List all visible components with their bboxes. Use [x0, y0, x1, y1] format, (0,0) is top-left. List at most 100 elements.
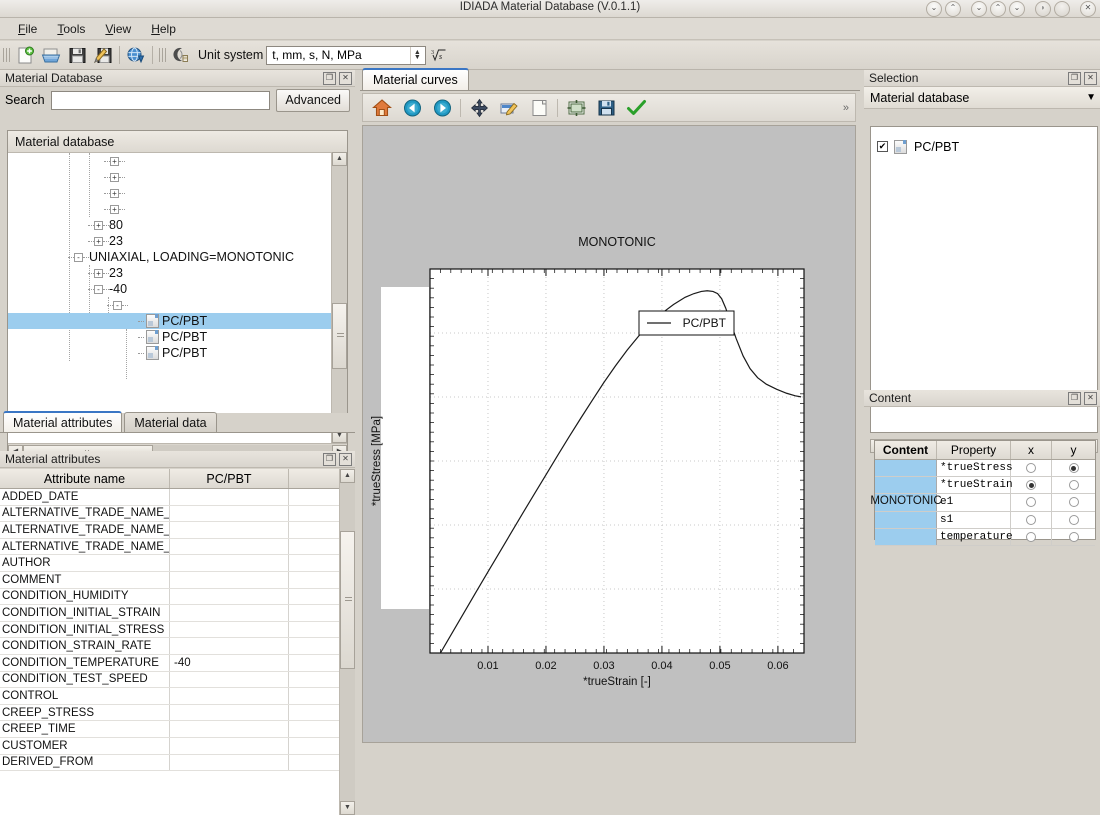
save-figure-icon[interactable] — [591, 95, 621, 120]
chevron-down-icon[interactable]: ▼ — [1086, 92, 1096, 103]
y-axis-radio-cell[interactable] — [1052, 529, 1095, 545]
attribute-value-cell[interactable] — [170, 638, 289, 654]
table-row[interactable]: CUSTOMER — [0, 737, 355, 755]
attributes-vertical-scrollbar[interactable]: ▲ ▼ — [339, 469, 355, 815]
y-axis-radio-cell[interactable] — [1052, 460, 1095, 476]
attribute-value-cell[interactable] — [170, 571, 289, 588]
tab-material-curves[interactable]: Material curves — [362, 68, 469, 90]
content-row[interactable]: temperature — [875, 528, 1095, 546]
table-row[interactable]: CONTROL — [0, 688, 355, 705]
attribute-value-cell[interactable] — [170, 505, 289, 522]
tree-expander-icon[interactable]: + — [94, 236, 103, 246]
content-grid[interactable]: Content Property x y *trueStress *trueStr… — [870, 440, 1096, 546]
table-row[interactable]: ALTERNATIVE_TRADE_NAME_2 — [0, 522, 355, 539]
tree-expander-icon[interactable]: - — [74, 252, 83, 262]
unit-system-combo[interactable]: t, mm, s, N, MPa ▲ ▼ — [266, 45, 427, 65]
tree-expander-icon[interactable]: + — [94, 268, 103, 278]
x-axis-radio-cell[interactable] — [1011, 511, 1052, 528]
tree-item[interactable]: PC/PBT — [8, 313, 347, 329]
selection-source-combo[interactable]: Material database ▼ — [864, 87, 1100, 109]
table-row[interactable]: COMMENT — [0, 571, 355, 589]
column-content[interactable]: Content — [875, 441, 937, 459]
forward-arrow-icon[interactable] — [427, 95, 457, 120]
advanced-search-button[interactable]: Advanced — [276, 88, 350, 112]
spinner-arrows-icon[interactable]: ▲ ▼ — [410, 46, 423, 64]
monotonic-chart[interactable]: MONOTONIC 0.01 0.02 0.03 0.04 0.05 0.06 *trueSt… — [363, 126, 855, 742]
y-axis-radio[interactable] — [1068, 480, 1079, 491]
attribute-value-cell[interactable] — [170, 489, 289, 505]
tree-expander-icon[interactable]: + — [110, 204, 119, 214]
attribute-value-cell[interactable] — [170, 538, 289, 555]
subplot-config-icon[interactable] — [524, 95, 554, 120]
globe-download-icon[interactable] — [123, 43, 149, 67]
tree-item[interactable]: PC/PBT — [8, 345, 347, 361]
column-y[interactable]: y — [1052, 441, 1095, 459]
back-arrow-icon[interactable] — [397, 95, 427, 120]
close-attributes-icon[interactable]: ✕ — [339, 452, 352, 466]
tab-material-data[interactable]: Material data — [124, 412, 217, 432]
attribute-value-cell[interactable] — [170, 605, 289, 621]
table-row[interactable]: ALTERNATIVE_TRADE_NAME_1 — [0, 505, 355, 523]
column-attribute-name[interactable]: Attribute name — [0, 469, 170, 488]
collapse-down-icon[interactable]: ⌄ — [1009, 1, 1025, 17]
save-as-icon[interactable] — [90, 43, 116, 67]
x-axis-radio[interactable] — [1026, 463, 1036, 474]
scroll-up-arrow-icon[interactable]: ▲ — [332, 152, 347, 166]
x-axis-radio-cell[interactable] — [1011, 477, 1052, 494]
tree-expander-icon[interactable]: - — [113, 300, 122, 310]
y-axis-radio[interactable] — [1068, 514, 1079, 525]
tree-body[interactable]: + + + + +80 +23- UNIAXIAL, LOADING=MONOTONIC +2… — [8, 153, 347, 440]
menu-view[interactable]: View — [95, 20, 141, 38]
attribute-value-cell[interactable] — [170, 721, 289, 737]
save-icon[interactable] — [64, 43, 90, 67]
tree-expander-icon[interactable]: - — [94, 284, 103, 294]
attr-scroll-down-arrow-icon[interactable]: ▼ — [340, 801, 355, 815]
column-property[interactable]: Property — [937, 441, 1011, 459]
content-row[interactable]: e1 — [875, 494, 1095, 512]
pan-move-icon[interactable] — [464, 95, 494, 120]
close-panel-icon[interactable]: ✕ — [339, 71, 352, 85]
content-row[interactable]: *trueStress — [875, 460, 1095, 478]
attribute-value-cell[interactable] — [170, 671, 289, 688]
float-panel-icon[interactable]: ❐ — [323, 71, 336, 85]
tree-vertical-scrollbar[interactable]: ▲ ▼ — [331, 152, 347, 443]
x-axis-radio[interactable] — [1026, 480, 1036, 491]
sticky-icon[interactable]: ◗ — [1035, 1, 1051, 17]
tree-expander-icon[interactable]: + — [110, 188, 119, 198]
minimize-down-icon[interactable]: ⌄ — [926, 1, 942, 17]
attributes-grid[interactable]: Attribute name PC/PBT ADDED_DATE ALTERNAT… — [0, 469, 355, 815]
menu-icon[interactable] — [1054, 1, 1070, 17]
list-item[interactable]: ✔ PC/PBT — [871, 138, 1097, 155]
column-x[interactable]: x — [1011, 441, 1052, 459]
menu-help[interactable]: Help — [141, 20, 186, 38]
menu-tools[interactable]: Tools — [47, 20, 95, 38]
globe-upload-icon[interactable] — [168, 43, 194, 67]
attribute-value-cell[interactable] — [170, 522, 289, 538]
attribute-value-cell[interactable] — [170, 704, 289, 721]
x-axis-radio[interactable] — [1026, 531, 1036, 542]
roll-up-icon[interactable]: ⌃ — [990, 1, 1006, 17]
tree-item[interactable]: - UNIAXIAL, LOADING=MONOTONIC — [8, 249, 347, 265]
y-axis-radio[interactable] — [1068, 497, 1079, 508]
home-icon[interactable] — [367, 95, 397, 120]
table-row[interactable]: CONDITION_INITIAL_STRAIN — [0, 605, 355, 622]
close-icon[interactable]: ✕ — [1080, 1, 1096, 17]
y-axis-radio[interactable] — [1068, 531, 1079, 542]
attr-scroll-up-arrow-icon[interactable]: ▲ — [340, 469, 355, 483]
close-selection-icon[interactable]: ✕ — [1084, 71, 1097, 85]
tree-item[interactable]: + — [8, 185, 347, 201]
chart-legend[interactable]: PC/PBT — [638, 310, 735, 336]
y-axis-radio[interactable] — [1068, 463, 1079, 474]
content-row[interactable]: s1 — [875, 511, 1095, 529]
maximize-up-icon[interactable]: ⌃ — [945, 1, 961, 17]
float-selection-icon[interactable]: ❐ — [1068, 71, 1081, 85]
attribute-value-cell[interactable]: -40 — [170, 654, 289, 671]
y-axis-radio-cell[interactable] — [1052, 477, 1095, 493]
table-row[interactable]: CONDITION_HUMIDITY — [0, 588, 355, 606]
selection-checkbox[interactable]: ✔ — [877, 141, 888, 152]
shade-down-icon[interactable]: ⌄ — [971, 1, 987, 17]
tree-scroll-thumb[interactable] — [332, 303, 347, 369]
attribute-value-cell[interactable] — [170, 754, 289, 771]
plot-toolbar-overflow-icon[interactable]: » — [843, 102, 849, 114]
search-input[interactable] — [50, 90, 271, 110]
